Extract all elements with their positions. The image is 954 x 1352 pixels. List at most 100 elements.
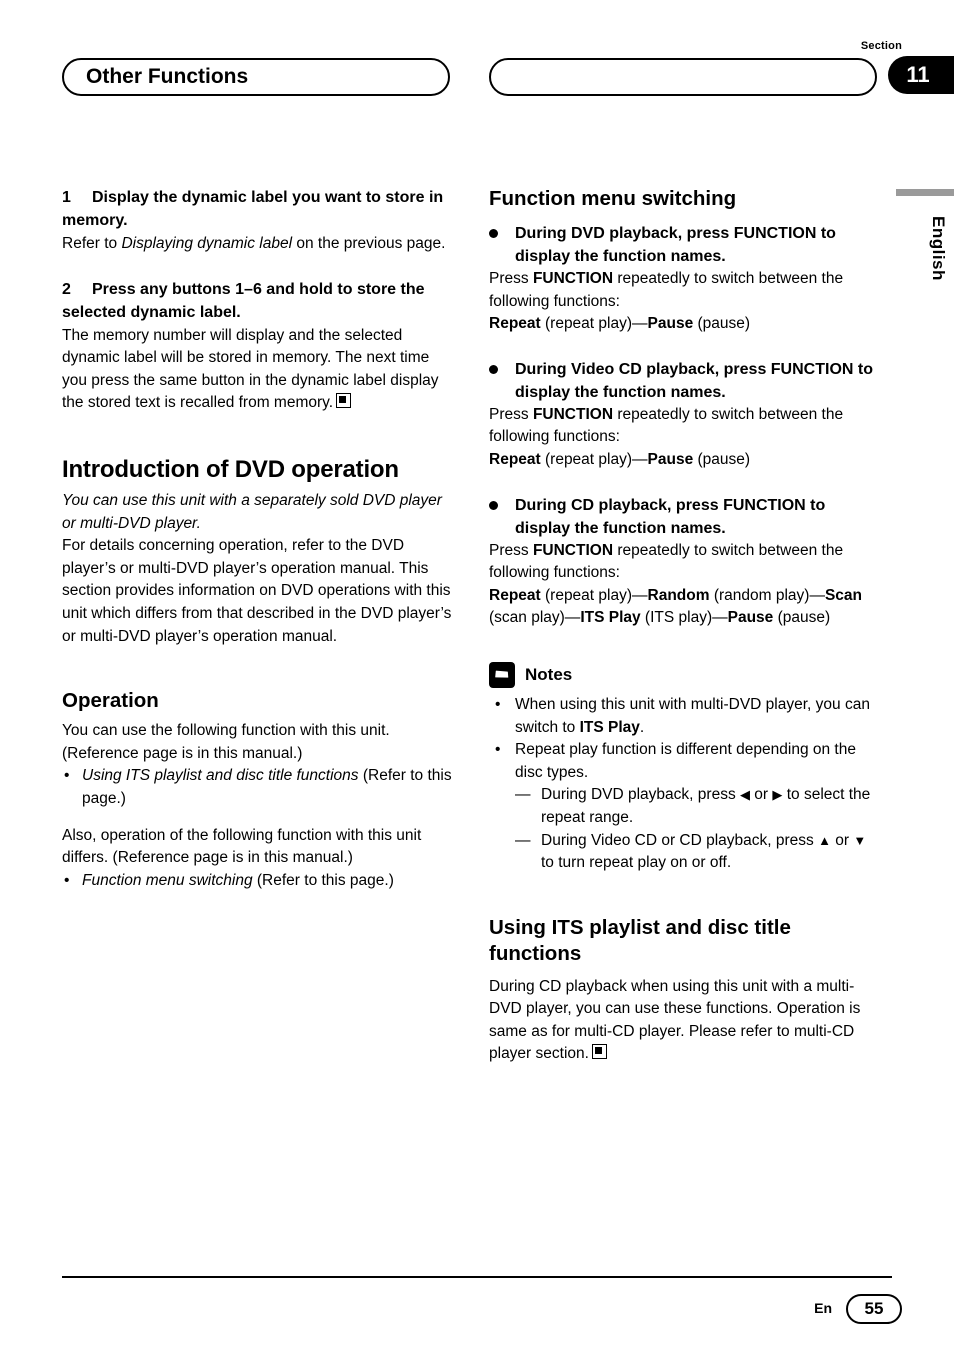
footer-language: En bbox=[814, 1300, 832, 1316]
bullet-dot-icon bbox=[489, 500, 498, 510]
notes-header: Notes bbox=[489, 661, 879, 688]
fn-item-3-pause-note: (pause) bbox=[773, 609, 831, 627]
fn-item-3-sequence: Repeat (repeat play)—Random (random play… bbox=[489, 585, 879, 630]
its-playlist-heading: Using ITS playlist and disc title functi… bbox=[489, 915, 791, 965]
fn-item-2-pre: Press bbox=[489, 405, 533, 423]
step-1-heading-text: Display the dynamic label you want to st… bbox=[62, 189, 444, 229]
operation-body-2: Also, operation of the following functio… bbox=[62, 826, 422, 867]
fn-item-2-bold: FUNCTION bbox=[532, 405, 614, 423]
bullet-icon: • bbox=[495, 741, 501, 759]
fn-item-2-repeat-note: (repeat play)— bbox=[540, 450, 648, 468]
fn-item-3-bold: FUNCTION bbox=[532, 541, 614, 559]
its-playlist-body: During CD playback when using this unit … bbox=[489, 976, 879, 1066]
language-rule bbox=[896, 189, 954, 196]
operation-bullet2-italic: Function menu switching bbox=[82, 871, 253, 889]
its-playlist-body-text: During CD playback when using this unit … bbox=[489, 977, 861, 1063]
fn-item-1-title-text: During DVD playback, press FUNCTION to d… bbox=[515, 225, 836, 265]
fn-item-2-pause-note: (pause) bbox=[693, 450, 751, 468]
fn-item-3-line1: Press FUNCTION repeatedly to switch betw… bbox=[489, 540, 879, 585]
note-1-bold: ITS Play bbox=[579, 718, 640, 736]
operation-heading: Operation bbox=[62, 689, 159, 713]
fn-item-3-its-note: (ITS play)— bbox=[640, 609, 728, 627]
fn-item-1-line2: Repeat (repeat play)—Pause (pause) bbox=[489, 313, 879, 336]
dash-icon: — bbox=[515, 831, 531, 849]
fn-item-1-bold: FUNCTION bbox=[532, 270, 614, 287]
bullet-dot-icon bbox=[489, 364, 498, 374]
up-arrow-icon: ▲ bbox=[818, 832, 831, 848]
note-1-post: . bbox=[639, 718, 645, 736]
step-1-body-italic: Displaying dynamic label bbox=[121, 235, 293, 252]
step-2-body-text: The memory number will display and the s… bbox=[62, 326, 439, 412]
section-number-badge: 11 bbox=[888, 56, 954, 94]
bullet-dot-icon bbox=[489, 229, 498, 238]
list-item: • When using this unit with multi-DVD pla… bbox=[489, 694, 879, 739]
fn-item-3-random: Random bbox=[647, 586, 710, 604]
step-2-number: 2 bbox=[62, 280, 71, 298]
bullet-icon: • bbox=[495, 695, 501, 713]
list-item: • Repeat play function is different depen… bbox=[489, 739, 879, 875]
operation-bullet-list-2: • Function menu switching (Refer to this … bbox=[62, 870, 452, 893]
fn-item-2-pause: Pause bbox=[647, 450, 694, 468]
step-1-title: 1 Display the dynamic label you want to s… bbox=[62, 186, 452, 232]
end-mark-icon bbox=[591, 1044, 607, 1060]
operation-bullet2-rest: (Refer to this page.) bbox=[252, 871, 394, 889]
section-word: Section bbox=[860, 40, 902, 52]
fn-item-2-line2: Repeat (repeat play)—Pause (pause) bbox=[489, 449, 879, 472]
footer-rule bbox=[62, 1276, 892, 1278]
step-2-title: 2 Press any buttons 1–6 and hold to store… bbox=[62, 278, 452, 324]
note-2-sub-2-post: to turn repeat play on or off. bbox=[541, 854, 732, 872]
bullet-icon: • bbox=[64, 871, 70, 889]
intro-dvd-body: For details concerning operation, refer … bbox=[62, 537, 452, 645]
step-1-body-pre: Refer to bbox=[62, 235, 122, 252]
note-2-sub-2-mid: or bbox=[830, 831, 854, 849]
fn-item-3-scan-note: (scan play)— bbox=[489, 609, 581, 627]
right-column: Function menu switching During DVD playb… bbox=[489, 186, 879, 1066]
note-2-text: Repeat play function is different depend… bbox=[515, 741, 856, 781]
function-menu-switching-heading: Function menu switching bbox=[489, 187, 737, 210]
note-2-sub-1-pre: During DVD playback, press bbox=[541, 786, 740, 804]
language-label: English bbox=[929, 216, 948, 281]
fn-item-1-line1: Press FUNCTION repeatedly to switch betw… bbox=[489, 268, 879, 313]
note-1-pre: When using this unit with multi-DVD play… bbox=[515, 695, 870, 736]
operation-bullet-list: • Using ITS playlist and disc title funct… bbox=[62, 765, 452, 810]
pencil-icon bbox=[489, 661, 515, 688]
left-arrow-icon: ◀ bbox=[740, 787, 750, 803]
step-1-number: 1 bbox=[62, 189, 71, 206]
step-1-body-post: on the previous page. bbox=[292, 235, 446, 252]
step-2-heading-text: Press any buttons 1–6 and hold to store … bbox=[62, 280, 425, 321]
fn-item-3-pause: Pause bbox=[727, 609, 774, 627]
right-arrow-icon: ▶ bbox=[772, 787, 783, 803]
fn-item-1-pause: Pause bbox=[647, 315, 694, 333]
footer-page-number: 55 bbox=[846, 1294, 902, 1324]
fn-item-3-title-text: During CD playback, press FUNCTION to di… bbox=[515, 496, 826, 537]
fn-item-3-pre: Press bbox=[489, 541, 533, 559]
note-2-sub-2: — During Video CD or CD playback, press ▲… bbox=[515, 830, 879, 875]
step-1-body: Refer to Displaying dynamic label on the… bbox=[62, 233, 452, 256]
fn-item-3-its-play: ITS Play bbox=[580, 609, 641, 627]
left-column: 1 Display the dynamic label you want to s… bbox=[62, 186, 452, 892]
bullet-icon: • bbox=[64, 767, 70, 785]
note-2-sub-1: — During DVD playback, press ◀ or ▶ to se… bbox=[515, 784, 879, 829]
fn-item-3-random-note: (random play)— bbox=[709, 586, 825, 604]
page-title: Other Functions bbox=[62, 58, 450, 96]
notes-list: • When using this unit with multi-DVD pla… bbox=[489, 694, 879, 875]
fn-item-2-title-text: During Video CD playback, press FUNCTION… bbox=[515, 360, 873, 401]
fn-item-2-line1: Press FUNCTION repeatedly to switch betw… bbox=[489, 404, 879, 449]
fn-item-3-repeat-note: (repeat play)— bbox=[540, 586, 648, 604]
dash-icon: — bbox=[515, 786, 531, 804]
fn-item-1-pre: Press bbox=[489, 270, 533, 287]
fn-item-2-title: During Video CD playback, press FUNCTION… bbox=[489, 358, 879, 404]
intro-dvd-heading: Introduction of DVD operation bbox=[62, 455, 399, 483]
fn-item-1-title: During DVD playback, press FUNCTION to d… bbox=[489, 222, 879, 268]
note-2-sub-2-pre: During Video CD or CD playback, press bbox=[541, 831, 819, 849]
fn-item-2-repeat: Repeat bbox=[489, 450, 541, 468]
note-2-sub-1-mid: or bbox=[750, 786, 773, 804]
step-2-body: The memory number will display and the s… bbox=[62, 325, 452, 415]
fn-item-1-repeat-note: (repeat play)— bbox=[540, 315, 648, 333]
list-item: • Using ITS playlist and disc title funct… bbox=[62, 765, 452, 810]
fn-item-3-scan: Scan bbox=[824, 586, 863, 604]
fn-item-1-pause-note: (pause) bbox=[693, 315, 751, 333]
